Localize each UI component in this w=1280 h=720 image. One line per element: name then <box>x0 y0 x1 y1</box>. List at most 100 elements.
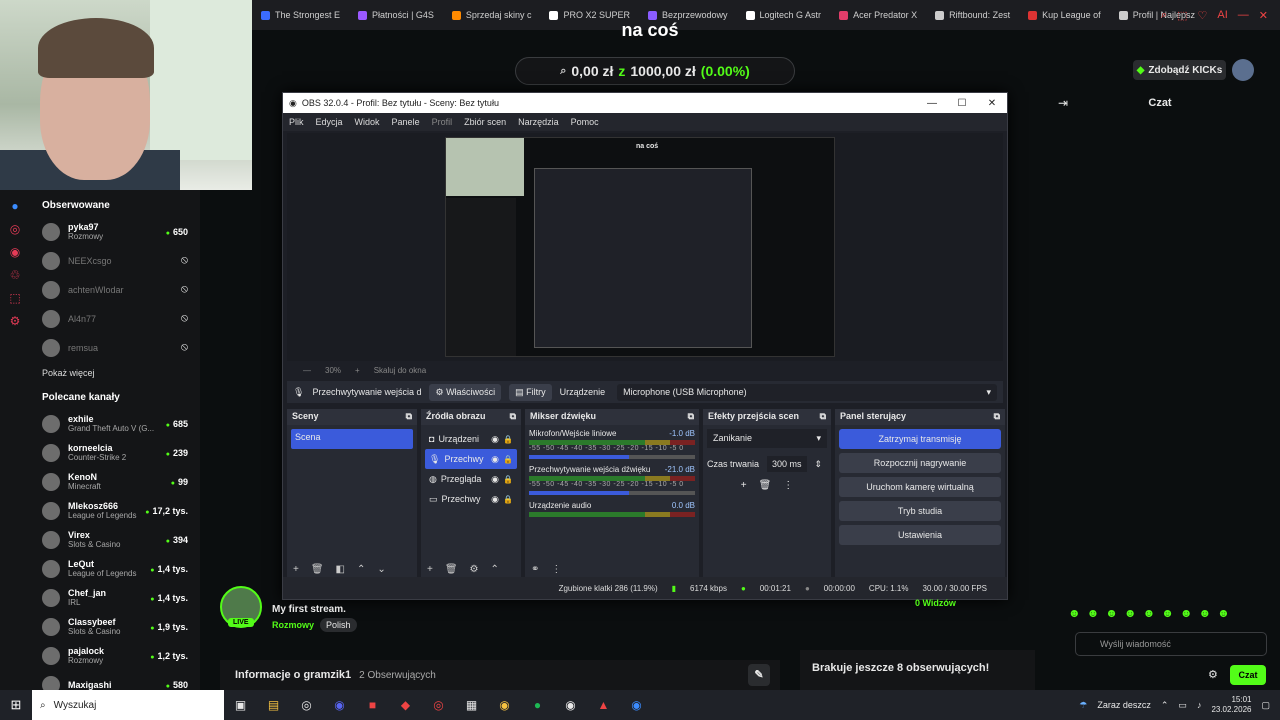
browser-tab[interactable]: Sprzedaj skiny c <box>443 0 541 30</box>
duration-input[interactable]: 300 ms <box>767 456 807 472</box>
obs-menu-item[interactable]: Profil <box>432 117 453 127</box>
app-icon[interactable]: ■ <box>356 698 389 712</box>
fit-to-window[interactable]: Skaluj do okna <box>374 366 426 375</box>
emote-icon[interactable]: ☻ <box>1124 606 1137 620</box>
eye-icon[interactable]: ◉ <box>491 494 499 505</box>
channel-item[interactable]: Al4n77 ⦸ <box>30 304 200 333</box>
down-icon[interactable]: ⌄ <box>377 564 385 575</box>
ai-button[interactable]: AI <box>1217 9 1227 21</box>
gear-icon[interactable]: ⚙ <box>470 564 479 575</box>
eye-icon[interactable]: ◉ <box>491 474 499 485</box>
control-button[interactable]: Zatrzymaj transmisję <box>839 429 1001 449</box>
trash-icon[interactable]: 🗑 <box>759 480 772 491</box>
emote-icon[interactable]: ☻ <box>1217 606 1230 620</box>
eye-icon[interactable]: ◉ <box>491 434 499 445</box>
volume-icon[interactable]: ♪ <box>1197 700 1202 710</box>
minimize-icon[interactable]: — <box>917 98 947 109</box>
search-icon[interactable]: ⌕ <box>1161 9 1167 22</box>
dock-popout-icon[interactable]: ⧉ <box>688 411 694 423</box>
eye-icon[interactable]: ◉ <box>491 454 499 465</box>
minimize-icon[interactable]: — <box>1238 9 1249 21</box>
user-avatar[interactable] <box>1232 59 1254 81</box>
control-button[interactable]: Tryb studia <box>839 501 1001 521</box>
dock-popout-icon[interactable]: ⧉ <box>510 411 516 423</box>
obs-menu-item[interactable]: Edycja <box>316 117 343 127</box>
show-more-link[interactable]: Pokaż więcej <box>30 362 200 382</box>
add-icon[interactable]: + <box>427 564 433 575</box>
obs-menu-item[interactable]: Zbiór scen <box>464 117 506 127</box>
spotify-icon[interactable]: ● <box>521 698 554 712</box>
lock-icon[interactable]: 🔒 <box>503 475 513 484</box>
chevron-up-icon[interactable]: ⌃ <box>1161 700 1169 711</box>
channel-item[interactable]: exhileGrand Theft Auto V (G... 685 <box>30 409 200 438</box>
link-icon[interactable]: ⚭ <box>531 564 539 575</box>
heart-icon[interactable]: ♡ <box>1198 9 1208 22</box>
trash-icon[interactable]: 🗑 <box>311 564 324 575</box>
browser-tab[interactable]: Riftbound: Zest <box>926 0 1019 30</box>
source-item[interactable]: ◍ Przegląda ◉ 🔒 <box>425 469 517 489</box>
scene-item[interactable]: Scena <box>291 429 413 449</box>
stream-category[interactable]: Rozmowy <box>272 620 314 630</box>
volume-slider[interactable] <box>529 455 695 459</box>
clips-icon[interactable]: ♲ <box>0 268 30 282</box>
obs-menu-item[interactable]: Widok <box>355 117 380 127</box>
app-icon[interactable]: ◎ <box>422 698 455 712</box>
up-icon[interactable]: ⌃ <box>491 564 499 575</box>
windows-start-icon[interactable]: ⊞ <box>0 697 32 713</box>
more-icon[interactable]: ⋮ <box>551 564 561 575</box>
browser-tab[interactable]: Kup League of <box>1019 0 1110 30</box>
browser-tab[interactable]: Acer Predator X <box>830 0 926 30</box>
channel-item[interactable]: Mlekosz666League of Legends 17,2 tys. <box>30 496 200 525</box>
chrome-icon[interactable]: ◉ <box>488 698 521 712</box>
following-icon[interactable]: ◎ <box>0 222 30 236</box>
zoom-minus-icon[interactable]: — <box>303 366 311 375</box>
app-icon[interactable]: ◆ <box>389 698 422 712</box>
kick-logo-icon[interactable]: ● <box>0 199 30 213</box>
channel-item[interactable]: LeQutLeague of Legends 1,4 tys. <box>30 554 200 583</box>
add-icon[interactable]: + <box>741 480 747 491</box>
add-icon[interactable]: + <box>293 564 299 575</box>
channel-item[interactable]: pyka97Rozmowy 650 <box>30 217 200 246</box>
channel-item[interactable]: NEEXcsgo ⦸ <box>30 246 200 275</box>
control-button[interactable]: Rozpocznij nagrywanie <box>839 453 1001 473</box>
source-item[interactable]: ▭ Przechwy ◉ 🔒 <box>425 489 517 509</box>
app-icon[interactable]: ▲ <box>587 698 620 712</box>
obs-menu-item[interactable]: Narzędzia <box>518 117 559 127</box>
dock-popout-icon[interactable]: ⧉ <box>994 411 1000 423</box>
channel-item[interactable]: remsua ⦸ <box>30 333 200 362</box>
browser-tab[interactable]: Logitech G Astr <box>737 0 831 30</box>
emote-icon[interactable]: ☻ <box>1198 606 1211 620</box>
discord-icon[interactable]: ◉ <box>323 698 356 712</box>
emote-icon[interactable]: ☻ <box>1143 606 1156 620</box>
dock-popout-icon[interactable]: ⧉ <box>820 411 826 423</box>
obs-menu-item[interactable]: Pomoc <box>571 117 599 127</box>
obs-preview[interactable]: na coś <box>287 133 1003 361</box>
trash-icon[interactable]: 🗑 <box>445 564 458 575</box>
up-icon[interactable]: ⌃ <box>357 564 365 575</box>
more-icon[interactable]: ⋮ <box>783 480 793 491</box>
source-item[interactable]: ◘ Urządzeni ◉ 🔒 <box>425 429 517 449</box>
transition-select[interactable]: Zanikanie ▾ <box>707 429 827 448</box>
clock[interactable]: 15:01 23.02.2026 <box>1211 695 1251 714</box>
channel-item[interactable]: VirexSlots & Casino 394 <box>30 525 200 554</box>
volume-slider[interactable] <box>529 491 695 495</box>
channel-item[interactable]: korneelciaCounter-Strike 2 239 <box>30 438 200 467</box>
channel-item[interactable]: Chef_janIRL 1,4 tys. <box>30 583 200 612</box>
obs-icon[interactable]: ◉ <box>554 698 587 712</box>
spin-icon[interactable]: ⇕ <box>815 459 823 470</box>
app-icon[interactable]: ◉ <box>620 698 653 712</box>
browser-tab[interactable]: The Strongest E <box>252 0 349 30</box>
channel-item[interactable]: achtenWlodar ⦸ <box>30 275 200 304</box>
control-button[interactable]: Ustawienia <box>839 525 1001 545</box>
filter-icon[interactable]: ◧ <box>336 564 345 575</box>
edit-icon[interactable]: ✎ <box>748 664 770 686</box>
dock-popout-icon[interactable]: ⧉ <box>406 411 412 423</box>
weather-icon[interactable]: ☂ <box>1079 700 1087 711</box>
steam-icon[interactable]: ◎ <box>290 698 323 712</box>
emote-icon[interactable]: ☻ <box>1105 606 1118 620</box>
categories-icon[interactable]: ⬚ <box>0 291 30 305</box>
zoom-plus-icon[interactable]: + <box>355 366 360 375</box>
zoom-level[interactable]: 30% <box>325 366 341 375</box>
weather-text[interactable]: Zaraz deszcz <box>1097 700 1151 710</box>
lock-icon[interactable]: 🔒 <box>503 435 513 444</box>
